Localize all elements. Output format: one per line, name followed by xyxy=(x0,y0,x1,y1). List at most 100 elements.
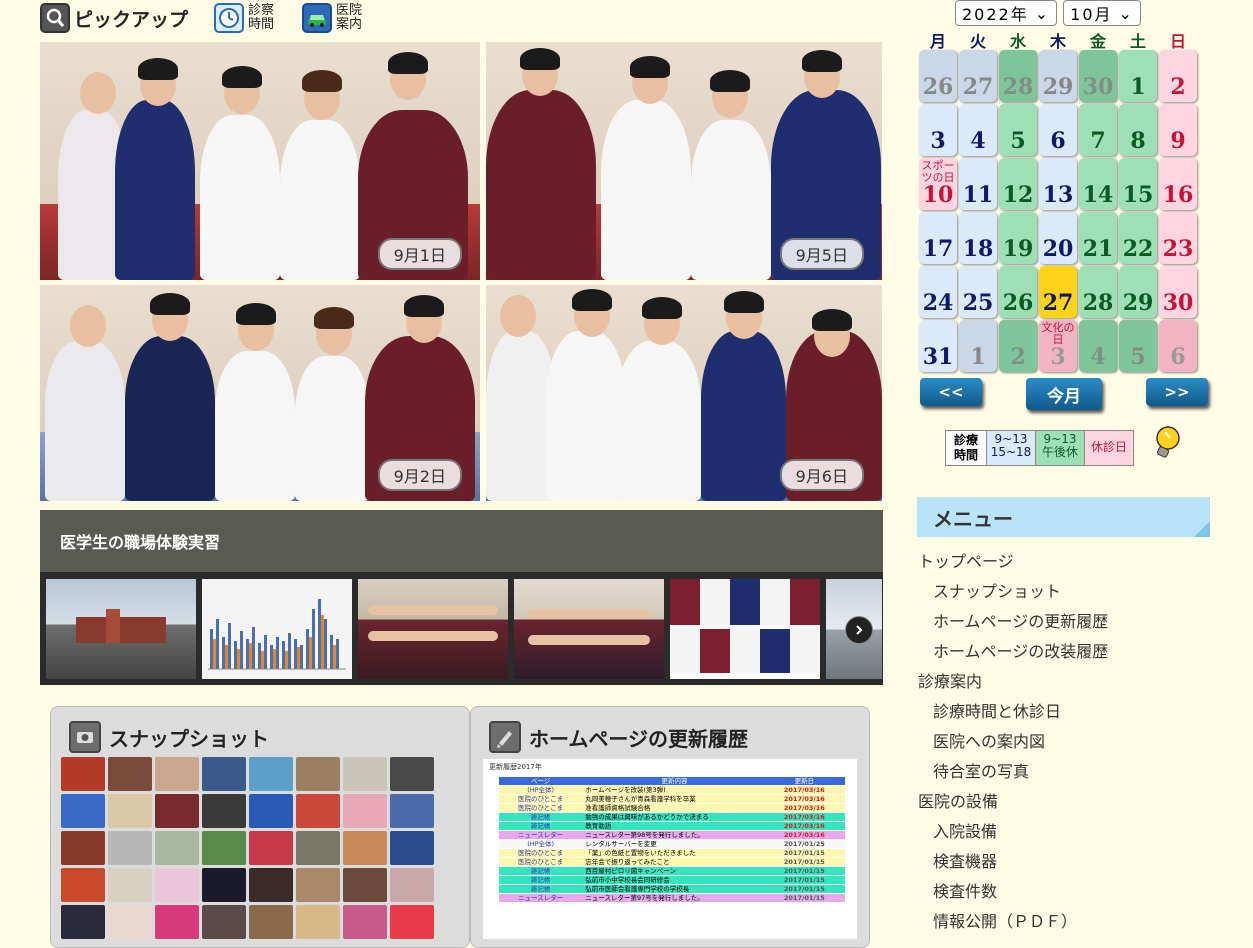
slider-thumbnail[interactable] xyxy=(46,579,196,679)
calendar-day[interactable]: 2 xyxy=(999,320,1037,372)
pickup-photo[interactable]: 9月6日 xyxy=(486,285,882,501)
update-table-cell: 雑記帳 xyxy=(530,885,551,893)
menu-item[interactable]: ホームページの改装履歴 xyxy=(918,640,1108,670)
pickup-photo[interactable]: 9月1日 xyxy=(40,42,480,280)
calendar-day[interactable]: 22 xyxy=(1119,212,1157,264)
calendar-day[interactable]: 5 xyxy=(999,104,1037,156)
calendar-day[interactable]: 11 xyxy=(959,158,997,210)
calendar-day[interactable]: 28 xyxy=(999,50,1037,102)
calendar-day[interactable]: 29 xyxy=(1039,50,1077,102)
calendar-day[interactable]: 5 xyxy=(1119,320,1157,372)
menu-item[interactable]: 診療時間と休診日 xyxy=(918,700,1108,730)
update-table-cell: 雑記帳 xyxy=(530,822,551,830)
weekday-header: 月 火 水 木 金 土 日 xyxy=(918,28,1198,52)
calendar-day[interactable]: 19 xyxy=(999,212,1037,264)
menu-item[interactable]: 診療案内 xyxy=(918,670,1108,700)
calendar-day[interactable]: 23 xyxy=(1159,212,1197,264)
calendar-day[interactable]: 6 xyxy=(1159,320,1197,372)
calendar-day[interactable]: 20 xyxy=(1039,212,1077,264)
calendar-day[interactable]: 1 xyxy=(959,320,997,372)
calendar-day[interactable]: 27 xyxy=(959,50,997,102)
update-table-cell: 2017/01/15 xyxy=(783,885,825,893)
calendar-day[interactable]: 25 xyxy=(959,266,997,318)
update-history-preview[interactable]: 更新履歴2017年 ページ 更新内容 更新日 (HP全体) ホームページを改装(第3弾… xyxy=(483,759,857,939)
menu-item[interactable]: 検査機器 xyxy=(918,850,1108,880)
calendar-day[interactable]: 12 xyxy=(999,158,1037,210)
pickup-photo[interactable]: 9月5日 xyxy=(486,42,882,280)
calendar-day[interactable]: 9 xyxy=(1159,104,1197,156)
calendar-day[interactable]: 15 xyxy=(1119,158,1157,210)
current-month-button[interactable]: 今月 xyxy=(1026,378,1102,410)
update-table-cell: 忘年会で振り返ってみたこと xyxy=(585,858,670,866)
menu-item[interactable]: 待合室の写真 xyxy=(918,760,1108,790)
update-table-cell: (HP全体) xyxy=(527,786,555,794)
calendar-day[interactable]: 7 xyxy=(1079,104,1117,156)
prev-month-button[interactable]: << xyxy=(920,378,982,406)
weekday-label: 水 xyxy=(1009,32,1026,51)
slider-title[interactable]: 医学生の職場体験実習 xyxy=(40,510,883,572)
legend-half-day: 9~13 午後休 xyxy=(1036,431,1085,465)
update-table-cell: 医院のひとこま xyxy=(517,804,564,812)
update-history-card[interactable]: ホームページの更新履歴 更新履歴2017年 ページ 更新内容 更新日 (HP全体) ホ… xyxy=(470,706,870,948)
menu-item[interactable]: 入院設備 xyxy=(918,820,1108,850)
calendar-day[interactable]: 17 xyxy=(919,212,957,264)
calendar-day[interactable]: 31 xyxy=(919,320,957,372)
calendar-day[interactable]: 3 xyxy=(919,104,957,156)
calendar-day[interactable]: 6 xyxy=(1039,104,1077,156)
calendar-day[interactable]: 2 xyxy=(1159,50,1197,102)
calendar-day[interactable]: 27 xyxy=(1039,266,1077,318)
pickup-photo[interactable]: 9月2日 xyxy=(40,285,480,501)
snapshot-mosaic[interactable] xyxy=(61,757,441,939)
calendar-day[interactable]: 1 xyxy=(1119,50,1157,102)
update-table-cell: ホームページを改装(第3弾) xyxy=(585,786,666,794)
weekday-label: 月 xyxy=(929,32,946,51)
update-table-cell: 雑記帳 xyxy=(530,813,551,821)
calendar-day[interactable]: 13 xyxy=(1039,158,1077,210)
slider-thumbnail[interactable] xyxy=(514,579,664,679)
calendar-day[interactable]: 16 xyxy=(1159,158,1197,210)
lightbulb-icon[interactable] xyxy=(1150,424,1182,464)
snapshot-card[interactable]: スナップショット xyxy=(50,706,470,948)
calendar-day[interactable]: 10 スポーツの日 xyxy=(919,158,957,210)
menu-item[interactable]: スナップショット xyxy=(918,580,1108,610)
menu-item[interactable]: 医院への案内図 xyxy=(918,730,1108,760)
calendar-day[interactable]: 28 xyxy=(1079,266,1117,318)
camera-icon xyxy=(69,721,101,753)
update-table-row: 医院のひとこま 忘年会で振り返ってみたこと 2017/01/15 xyxy=(499,858,845,867)
menu-item[interactable]: 検査件数 xyxy=(918,880,1108,910)
calendar-nav: << 今月 >> xyxy=(918,378,1210,412)
slider-thumbnail[interactable] xyxy=(358,579,508,679)
menu-item[interactable]: 情報公開（ＰＤＦ） xyxy=(918,910,1108,940)
menu-item[interactable]: トップページ xyxy=(918,550,1108,580)
calendar-day[interactable]: 14 xyxy=(1079,158,1117,210)
update-table: ページ 更新内容 更新日 (HP全体) ホームページを改装(第3弾) 2017/03/1… xyxy=(499,777,845,903)
calendar-day[interactable]: 26 xyxy=(999,266,1037,318)
calendar-day[interactable]: 18 xyxy=(959,212,997,264)
slider-thumbnail[interactable] xyxy=(670,579,820,679)
calendar-day[interactable]: 30 xyxy=(1159,266,1197,318)
calendar-day[interactable]: 30 xyxy=(1079,50,1117,102)
top-nav: ピックアップ 診察 時間 医院 案内 xyxy=(40,2,382,34)
calendar-day[interactable]: 4 xyxy=(959,104,997,156)
calendar-day[interactable]: 4 xyxy=(1079,320,1117,372)
calendar-day[interactable]: 29 xyxy=(1119,266,1157,318)
nav-hours[interactable]: 診察 時間 xyxy=(214,3,294,33)
slider-thumbnail[interactable] xyxy=(202,579,352,679)
nav-guide[interactable]: 医院 案内 xyxy=(302,3,382,33)
calendar-day[interactable]: 24 xyxy=(919,266,957,318)
chevron-right-icon[interactable] xyxy=(845,616,873,644)
calendar-day[interactable]: 21 xyxy=(1079,212,1117,264)
update-table-cell: 雑記帳 xyxy=(530,876,551,884)
calendar-day[interactable]: 8 xyxy=(1119,104,1157,156)
menu-item[interactable]: 医院の設備 xyxy=(918,790,1108,820)
menu-item[interactable]: ホームページの更新履歴 xyxy=(918,610,1108,640)
next-month-button[interactable]: >> xyxy=(1146,378,1208,406)
calendar-day[interactable]: 3 文化の日 xyxy=(1039,320,1077,372)
menu-header: メニュー xyxy=(917,497,1210,537)
legend-normal: 9~13 15~18 xyxy=(987,431,1036,465)
holiday-name: スポーツの日 xyxy=(921,159,955,184)
calendar-day[interactable]: 26 xyxy=(919,50,957,102)
month-select[interactable]: 10月 ⌄ xyxy=(1063,0,1141,26)
year-select[interactable]: 2022年 ⌄ xyxy=(955,0,1058,26)
nav-pickup[interactable]: ピックアップ xyxy=(40,3,206,33)
